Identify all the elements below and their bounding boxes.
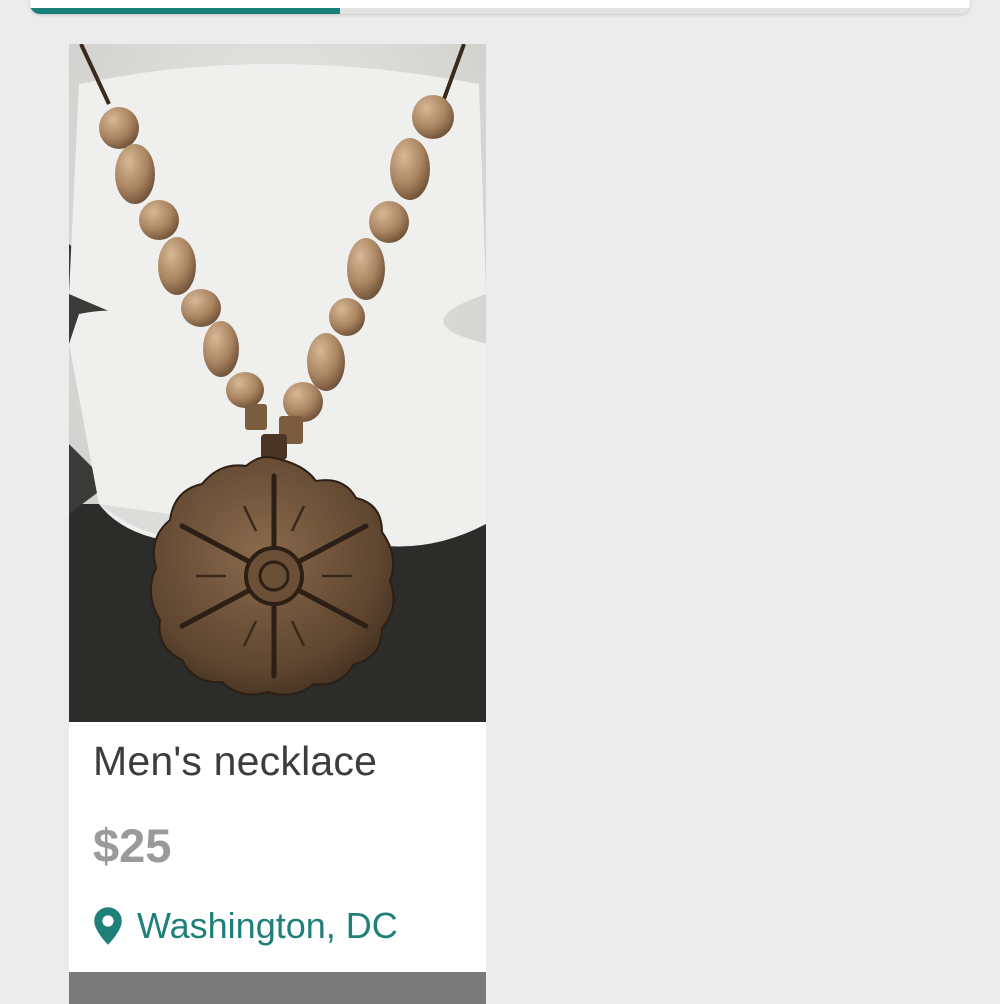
map-pin-icon bbox=[94, 907, 122, 945]
progress-track bbox=[30, 8, 970, 14]
location-label: Washington, DC bbox=[137, 905, 398, 946]
progress-fill bbox=[30, 8, 341, 14]
listing-card[interactable]: Men's necklace $25 Washington, DC bbox=[69, 44, 486, 1004]
card-footer-bar bbox=[69, 972, 486, 1004]
listing-price: $25 bbox=[93, 819, 172, 872]
upload-progress-card bbox=[30, 0, 970, 14]
listing-location: Washington, DC bbox=[93, 902, 398, 950]
listing-title[interactable]: Men's necklace bbox=[93, 738, 377, 785]
listing-photo[interactable] bbox=[69, 44, 486, 722]
